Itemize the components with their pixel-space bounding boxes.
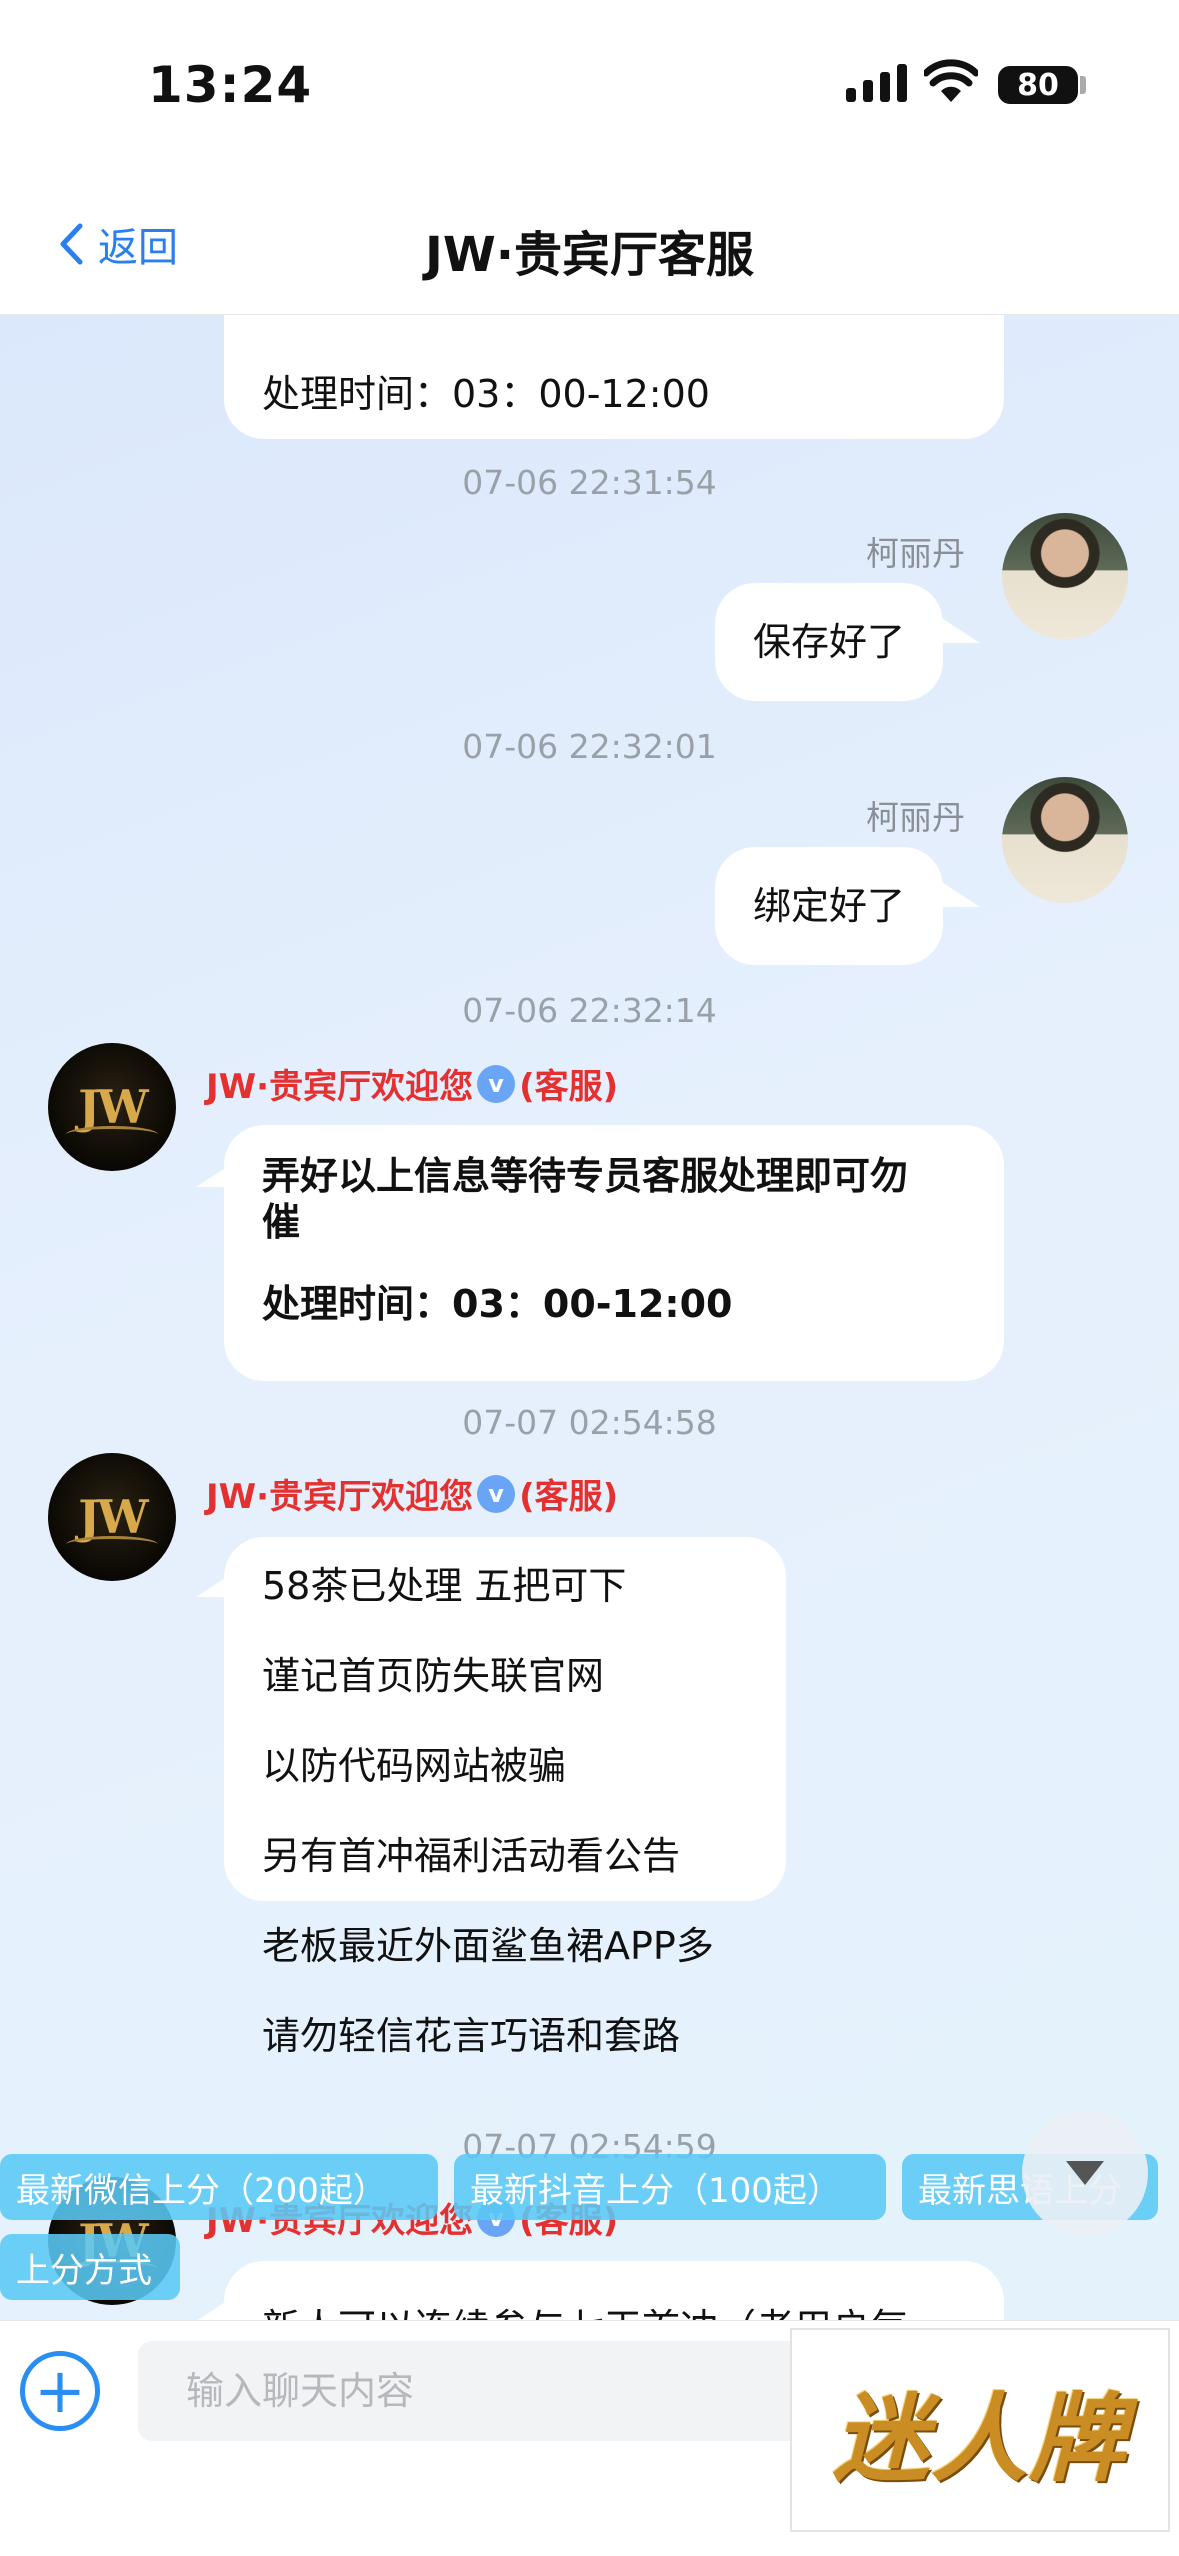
- message-timestamp: 07-06 22:32:14: [462, 991, 717, 1030]
- page-title: JW·贵宾厅客服: [424, 227, 755, 283]
- cs-role: (客服): [519, 1067, 619, 1107]
- plus-icon: +: [34, 2354, 86, 2427]
- battery-tip: [1080, 76, 1086, 94]
- cs-name-text: JW·贵宾厅欢迎您: [206, 1067, 474, 1107]
- message-text: 处理时间：03：00-12:00: [262, 1282, 733, 1326]
- verified-icon: v: [477, 1064, 516, 1103]
- battery-icon: 80: [998, 66, 1078, 104]
- message-text: 请勿轻信花言巧语和套路: [262, 2014, 681, 2058]
- message-text: 处理时间：03：00-12:00: [262, 372, 710, 416]
- message-text: 催: [262, 1200, 301, 1244]
- message-bubble[interactable]: 58茶已处理 五把可下 谨记首页防失联官网 以防代码网站被骗 另有首冲福利活动看…: [224, 1537, 786, 2058]
- message-timestamp: 07-07 02:54:58: [462, 1403, 717, 1442]
- battery-level: 80: [1017, 67, 1059, 103]
- cs-role: (客服): [519, 1477, 619, 1517]
- message-text: 以防代码网站被骗: [262, 1744, 567, 1788]
- wifi-icon: [924, 59, 978, 102]
- quick-reply-wechat[interactable]: 最新微信上分（200起）: [0, 2154, 438, 2220]
- message-text: 新人可以连续参与七天首冲（老用户每: [262, 2306, 908, 2320]
- bubble-tail: [940, 617, 980, 643]
- message-sender: 柯丽丹: [866, 798, 965, 837]
- message-text: 谨记首页防失联官网: [262, 1654, 605, 1698]
- status-bar: 13:24 80: [0, 0, 1179, 175]
- message-bubble[interactable]: 新人可以连续参与七天首冲（老用户每: [224, 2261, 1004, 2320]
- message-text: 另有首冲福利活动看公告: [262, 1834, 681, 1878]
- ad-logo-text: 迷人牌: [833, 2382, 1127, 2495]
- cs-sender-name: JW·贵宾厅欢迎您 v (客服): [206, 1059, 618, 1108]
- quick-reply-method[interactable]: 上分方式: [0, 2234, 180, 2300]
- message-timestamp: 07-06 22:31:54: [462, 463, 717, 502]
- message-text: 老板最近外面鲨鱼裙APP多: [262, 1924, 714, 1968]
- scroll-down-button[interactable]: [1022, 2110, 1148, 2236]
- quick-reply-douyin[interactable]: 最新抖音上分（100起）: [454, 2154, 886, 2220]
- message-bubble[interactable]: 绑定好了: [715, 847, 944, 965]
- cs-sender-name: JW·贵宾厅欢迎您 v (客服): [206, 1469, 618, 1518]
- message-bubble[interactable]: 保存好了: [715, 583, 944, 701]
- message-text: 58茶已处理 五把可下: [262, 1564, 627, 1608]
- user-avatar[interactable]: [1002, 777, 1128, 903]
- message-timestamp: 07-06 22:32:01: [462, 727, 717, 766]
- verified-icon: v: [477, 1474, 516, 1513]
- message-sender: 柯丽丹: [866, 534, 965, 573]
- message-text: 弄好以上信息等待专员客服处理即可勿: [262, 1154, 909, 1198]
- nav-bar: 返回 JW·贵宾厅客服: [0, 175, 1179, 315]
- cs-avatar[interactable]: JW: [48, 1043, 176, 1171]
- user-avatar[interactable]: [1002, 513, 1128, 639]
- cs-name-text: JW·贵宾厅欢迎您: [206, 1477, 474, 1517]
- message-bubble[interactable]: 弄好以上信息等待专员客服处理即可勿 催 处理时间：03：00-12:00: [224, 1125, 1004, 1381]
- cs-avatar[interactable]: JW: [48, 1453, 176, 1581]
- chat-message-list[interactable]: 处理时间：03：00-12:00 07-06 22:31:54 柯丽丹 保存好了…: [0, 315, 1179, 2320]
- add-attachment-button[interactable]: +: [20, 2351, 100, 2431]
- cellular-signal-icon: [846, 62, 907, 102]
- message-text: 保存好了: [753, 620, 906, 664]
- bubble-tail: [940, 881, 980, 907]
- message-bubble[interactable]: 处理时间：03：00-12:00: [224, 315, 1004, 439]
- message-text: 绑定好了: [753, 884, 906, 928]
- ad-banner[interactable]: 迷人牌: [790, 2328, 1170, 2532]
- status-time: 13:24: [148, 56, 313, 114]
- triangle-down-icon: [1066, 2161, 1104, 2185]
